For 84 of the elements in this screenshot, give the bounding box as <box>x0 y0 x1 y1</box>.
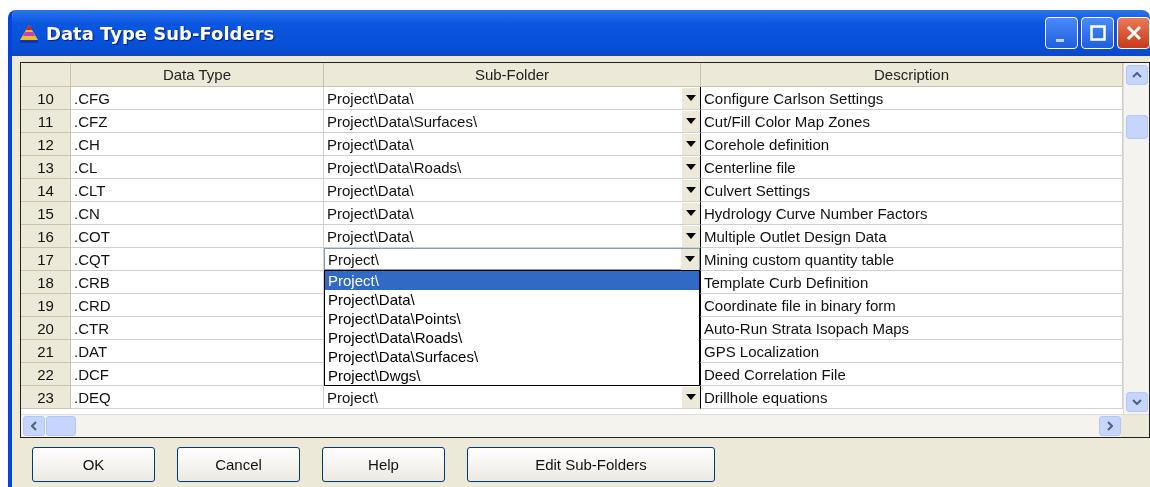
column-header[interactable]: Data Type <box>71 63 324 87</box>
corner-header <box>21 63 71 87</box>
dropdown-option[interactable]: Project\Data\ <box>325 290 699 309</box>
table-cell: .CRB <box>71 271 324 294</box>
table-cell: Corehole definition <box>701 133 1123 156</box>
scroll-right-button[interactable] <box>1099 416 1121 436</box>
vertical-scrollbar[interactable] <box>1123 63 1149 414</box>
table-cell: Template Curb Definition <box>701 271 1123 294</box>
row-number: 17 <box>21 248 71 271</box>
dropdown-option[interactable]: Project\Data\Surfaces\ <box>325 347 699 366</box>
maximize-icon <box>1089 25 1106 41</box>
table-cell: .CL <box>71 156 324 179</box>
chevron-down-icon <box>1131 399 1142 405</box>
scroll-up-button[interactable] <box>1125 65 1148 85</box>
table-cell: .DCF <box>71 363 324 386</box>
table-cell: .CLT <box>71 179 324 202</box>
dropdown-option[interactable]: Project\Data\Roads\ <box>325 328 699 347</box>
dropdown-option[interactable]: Project\ <box>325 271 699 290</box>
table-cell: .CH <box>71 133 324 156</box>
row-number: 22 <box>21 363 71 386</box>
table-cell: Culvert Settings <box>701 179 1123 202</box>
minimize-button[interactable] <box>1045 17 1078 49</box>
row-number: 13 <box>21 156 71 179</box>
folder-combo[interactable]: Project\Data\ <box>324 225 700 247</box>
scroll-left-button[interactable] <box>23 416 45 436</box>
folder-combo[interactable]: Project\Data\Roads\ <box>324 156 700 178</box>
close-icon <box>1125 25 1142 41</box>
row-number: 23 <box>21 386 71 409</box>
table-cell: Configure Carlson Settings <box>701 87 1123 110</box>
row-number: 15 <box>21 202 71 225</box>
row-number: 20 <box>21 317 71 340</box>
dialog-button[interactable]: Cancel <box>177 447 300 482</box>
table-cell: Centerline file <box>701 156 1123 179</box>
table-cell: GPS Localization <box>701 340 1123 363</box>
horizontal-scrollbar[interactable] <box>21 414 1149 437</box>
window-title: Data Type Sub-Folders <box>46 22 276 44</box>
minimize-icon <box>1055 38 1064 42</box>
table-cell: Drillhole equations <box>701 386 1123 409</box>
table-cell: .COT <box>71 225 324 248</box>
table-cell: .CN <box>71 202 324 225</box>
folder-combo[interactable]: Project\Data\ <box>324 179 700 201</box>
table-cell: Mining custom quantity table <box>701 248 1123 271</box>
dropdown-option[interactable]: Project\Data\Points\ <box>325 309 699 328</box>
column-header[interactable]: Sub-Folder <box>324 63 701 87</box>
row-number: 10 <box>21 87 71 110</box>
folder-combo[interactable]: Project\Data\ <box>324 133 700 155</box>
folder-combo[interactable]: Project\ <box>324 248 700 270</box>
table-cell: Hydrology Curve Number Factors <box>701 202 1123 225</box>
folder-combo[interactable]: Project\Data\ <box>324 87 700 109</box>
folder-combo[interactable]: Project\ <box>324 386 700 408</box>
table-cell: Deed Correlation File <box>701 363 1123 386</box>
row-number: 19 <box>21 294 71 317</box>
table-cell: .CFZ <box>71 110 324 133</box>
chevron-left-icon <box>31 421 37 431</box>
chevron-up-icon <box>1131 72 1142 78</box>
folder-combo[interactable]: Project\Data\ <box>324 202 700 224</box>
scroll-thumb[interactable] <box>46 416 76 436</box>
dialog-button[interactable]: Edit Sub-Folders <box>467 447 715 482</box>
dialog-button[interactable]: OK <box>32 447 155 482</box>
row-number: 21 <box>21 340 71 363</box>
table-cell: .CTR <box>71 317 324 340</box>
dialog-button[interactable]: Help <box>322 447 445 482</box>
folder-combo[interactable]: Project\Data\Surfaces\ <box>324 110 700 132</box>
dropdown-option[interactable]: Project\Dwgs\ <box>325 366 699 385</box>
table-cell: Auto-Run Strata Isopach Maps <box>701 317 1123 340</box>
table-cell: .CRD <box>71 294 324 317</box>
scroll-thumb[interactable] <box>1125 115 1148 139</box>
table-cell: Multiple Outlet Design Data <box>701 225 1123 248</box>
table-cell: Cut/Fill Color Map Zones <box>701 110 1123 133</box>
table-cell: .CQT <box>71 248 324 271</box>
row-number: 11 <box>21 110 71 133</box>
row-number: 12 <box>21 133 71 156</box>
table-cell: .CFG <box>71 87 324 110</box>
table-cell: .DEQ <box>71 386 324 409</box>
table-cell: .DAT <box>71 340 324 363</box>
maximize-button[interactable] <box>1081 17 1114 49</box>
column-header[interactable]: Description <box>701 63 1123 87</box>
row-number: 16 <box>21 225 71 248</box>
close-button[interactable] <box>1117 17 1150 49</box>
table-cell: Coordinate file in binary form <box>701 294 1123 317</box>
chevron-right-icon <box>1107 421 1113 431</box>
row-number: 14 <box>21 179 71 202</box>
row-number: 18 <box>21 271 71 294</box>
scroll-down-button[interactable] <box>1125 392 1148 412</box>
